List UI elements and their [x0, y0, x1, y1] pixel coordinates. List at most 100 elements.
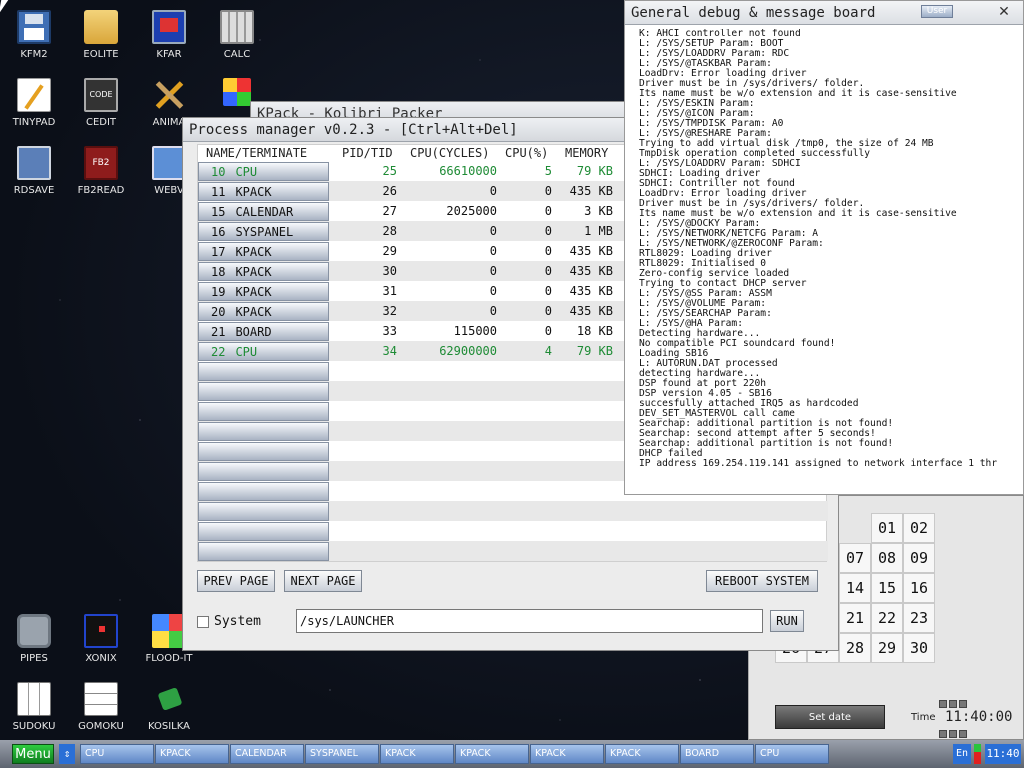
desktop-icon-label: FB2READ: [77, 185, 125, 196]
taskbar-task[interactable]: KPACK: [455, 744, 529, 764]
terminate-process-button[interactable]: [198, 542, 329, 561]
process-memory: 79 KB: [576, 164, 613, 178]
terminate-process-button[interactable]: [198, 502, 329, 521]
next-page-button[interactable]: NEXT PAGE: [284, 570, 362, 592]
terminate-process-button[interactable]: [198, 362, 329, 381]
system-checkbox[interactable]: [197, 616, 209, 628]
process-memory: 79 KB: [576, 344, 613, 358]
calendar-day[interactable]: 02: [903, 513, 935, 543]
terminate-process-button[interactable]: 22 CPU: [198, 342, 329, 361]
lawnmower-icon: [152, 682, 186, 716]
desktop-icon-xonix[interactable]: XONIX: [67, 614, 135, 664]
taskbar-task[interactable]: KPACK: [380, 744, 454, 764]
terminate-process-button[interactable]: 18 KPACK: [198, 262, 329, 281]
prev-page-button[interactable]: PREV PAGE: [197, 570, 275, 592]
language-indicator[interactable]: En: [953, 744, 971, 764]
switch-arrows-icon[interactable]: ⇕: [59, 744, 75, 764]
sudoku-icon: [17, 682, 51, 716]
time-label: Time: [911, 712, 936, 723]
process-pid: 27: [382, 204, 397, 218]
time-value[interactable]: 11:40:00: [945, 709, 1012, 725]
desktop-icon-pipes[interactable]: PIPES: [0, 614, 68, 664]
run-path-input[interactable]: /sys/LAUNCHER: [296, 609, 763, 633]
month-down-spinner-3[interactable]: [959, 730, 967, 738]
calendar-day[interactable]: 07: [839, 543, 871, 573]
log-line: IP address 169.254.119.141 assigned to n…: [639, 458, 998, 469]
terminate-process-button[interactable]: [198, 442, 329, 461]
taskbar-clock[interactable]: 11:40: [985, 744, 1021, 764]
menu-button[interactable]: Menu: [12, 744, 54, 764]
taskbar-task[interactable]: CALENDAR: [230, 744, 304, 764]
calendar-day[interactable]: 01: [871, 513, 903, 543]
terminate-process-button[interactable]: 10 CPU: [198, 162, 329, 181]
desktop-icon-gomoku[interactable]: GOMOKU: [67, 682, 135, 732]
desktop-icon-tinypad[interactable]: TINYPAD: [0, 78, 68, 128]
xonix-icon: [84, 614, 118, 648]
user-button[interactable]: User: [921, 5, 953, 18]
desktop-icon-label: KOSILKA: [148, 721, 190, 732]
desktop-icon-sudoku[interactable]: SUDOKU: [0, 682, 68, 732]
calendar-day[interactable]: 29: [871, 633, 903, 663]
taskbar: Menu ⇕ CPU KPACK CALENDAR SYSPANEL KPACK KPAC…: [0, 740, 1024, 768]
terminate-process-button[interactable]: [198, 522, 329, 541]
terminate-process-button[interactable]: [198, 402, 329, 421]
month-down-spinner-2[interactable]: [949, 730, 957, 738]
terminate-process-button[interactable]: 15 CALENDAR: [198, 202, 329, 221]
terminate-process-button[interactable]: 20 KPACK: [198, 302, 329, 321]
reboot-system-button[interactable]: REBOOT SYSTEM: [706, 570, 818, 592]
desktop-icon-kosilka[interactable]: KOSILKA: [135, 682, 203, 732]
terminate-process-button[interactable]: [198, 462, 329, 481]
set-date-button[interactable]: Set date: [775, 705, 885, 729]
month-up-spinner-2[interactable]: [949, 700, 957, 708]
taskbar-task[interactable]: KPACK: [155, 744, 229, 764]
calendar-day[interactable]: 16: [903, 573, 935, 603]
taskbar-task[interactable]: BOARD: [680, 744, 754, 764]
calendar-day[interactable]: 23: [903, 603, 935, 633]
debug-board-window[interactable]: General debug & message board User ✕ K: …: [624, 0, 1024, 495]
terminate-process-button[interactable]: 11 KPACK: [198, 182, 329, 201]
terminate-process-button[interactable]: 16 SYSPANEL: [198, 222, 329, 241]
debug-board-title[interactable]: General debug & message board: [625, 1, 1023, 25]
notepad-icon: [17, 78, 51, 112]
calendar-day[interactable]: 22: [871, 603, 903, 633]
process-slot: 15: [211, 205, 226, 219]
calendar-day[interactable]: 21: [839, 603, 871, 633]
desktop-icon-kfar[interactable]: KFAR: [135, 10, 203, 60]
file-manager-icon: [152, 10, 186, 44]
process-cpu-pct: 4: [544, 344, 552, 358]
terminate-process-button[interactable]: 21 BOARD: [198, 322, 329, 341]
process-pid: 30: [382, 264, 397, 278]
calendar-day[interactable]: 09: [903, 543, 935, 573]
taskbar-task[interactable]: CPU: [80, 744, 154, 764]
calendar-day[interactable]: 28: [839, 633, 871, 663]
calendar-day[interactable]: 15: [871, 573, 903, 603]
terminate-process-button[interactable]: 17 KPACK: [198, 242, 329, 261]
month-down-spinner[interactable]: [939, 730, 947, 738]
desktop-icon-cedit[interactable]: CODE CEDIT: [67, 78, 135, 128]
calendar-day[interactable]: 30: [903, 633, 935, 663]
desktop-icon-kfm2[interactable]: KFM2: [0, 10, 68, 60]
desktop-icon-rdsave[interactable]: RDSAVE: [0, 146, 68, 196]
process-cpu-pct: 0: [544, 204, 552, 218]
taskbar-task[interactable]: KPACK: [530, 744, 604, 764]
process-name: KPACK: [235, 265, 272, 279]
close-icon[interactable]: ✕: [995, 3, 1013, 21]
calendar-day[interactable]: 14: [839, 573, 871, 603]
calendar-day[interactable]: 08: [871, 543, 903, 573]
month-up-spinner-3[interactable]: [959, 700, 967, 708]
desktop-icon-eolite[interactable]: EOLITE: [67, 10, 135, 60]
taskbar-task[interactable]: CPU: [755, 744, 829, 764]
run-button[interactable]: RUN: [770, 610, 804, 632]
cube-icon: [223, 78, 251, 106]
taskbar-task[interactable]: SYSPANEL: [305, 744, 379, 764]
process-memory: 435 KB: [569, 264, 613, 278]
terminate-process-button[interactable]: 19 KPACK: [198, 282, 329, 301]
desktop-icon-calc[interactable]: CALC: [203, 10, 271, 60]
desktop-icon-fb2read[interactable]: FB2 FB2READ: [67, 146, 135, 196]
taskbar-task[interactable]: KPACK: [605, 744, 679, 764]
terminate-process-button[interactable]: [198, 422, 329, 441]
terminate-process-button[interactable]: [198, 382, 329, 401]
month-up-spinner[interactable]: [939, 700, 947, 708]
terminate-process-button[interactable]: [198, 482, 329, 501]
process-slot: 10: [211, 165, 226, 179]
